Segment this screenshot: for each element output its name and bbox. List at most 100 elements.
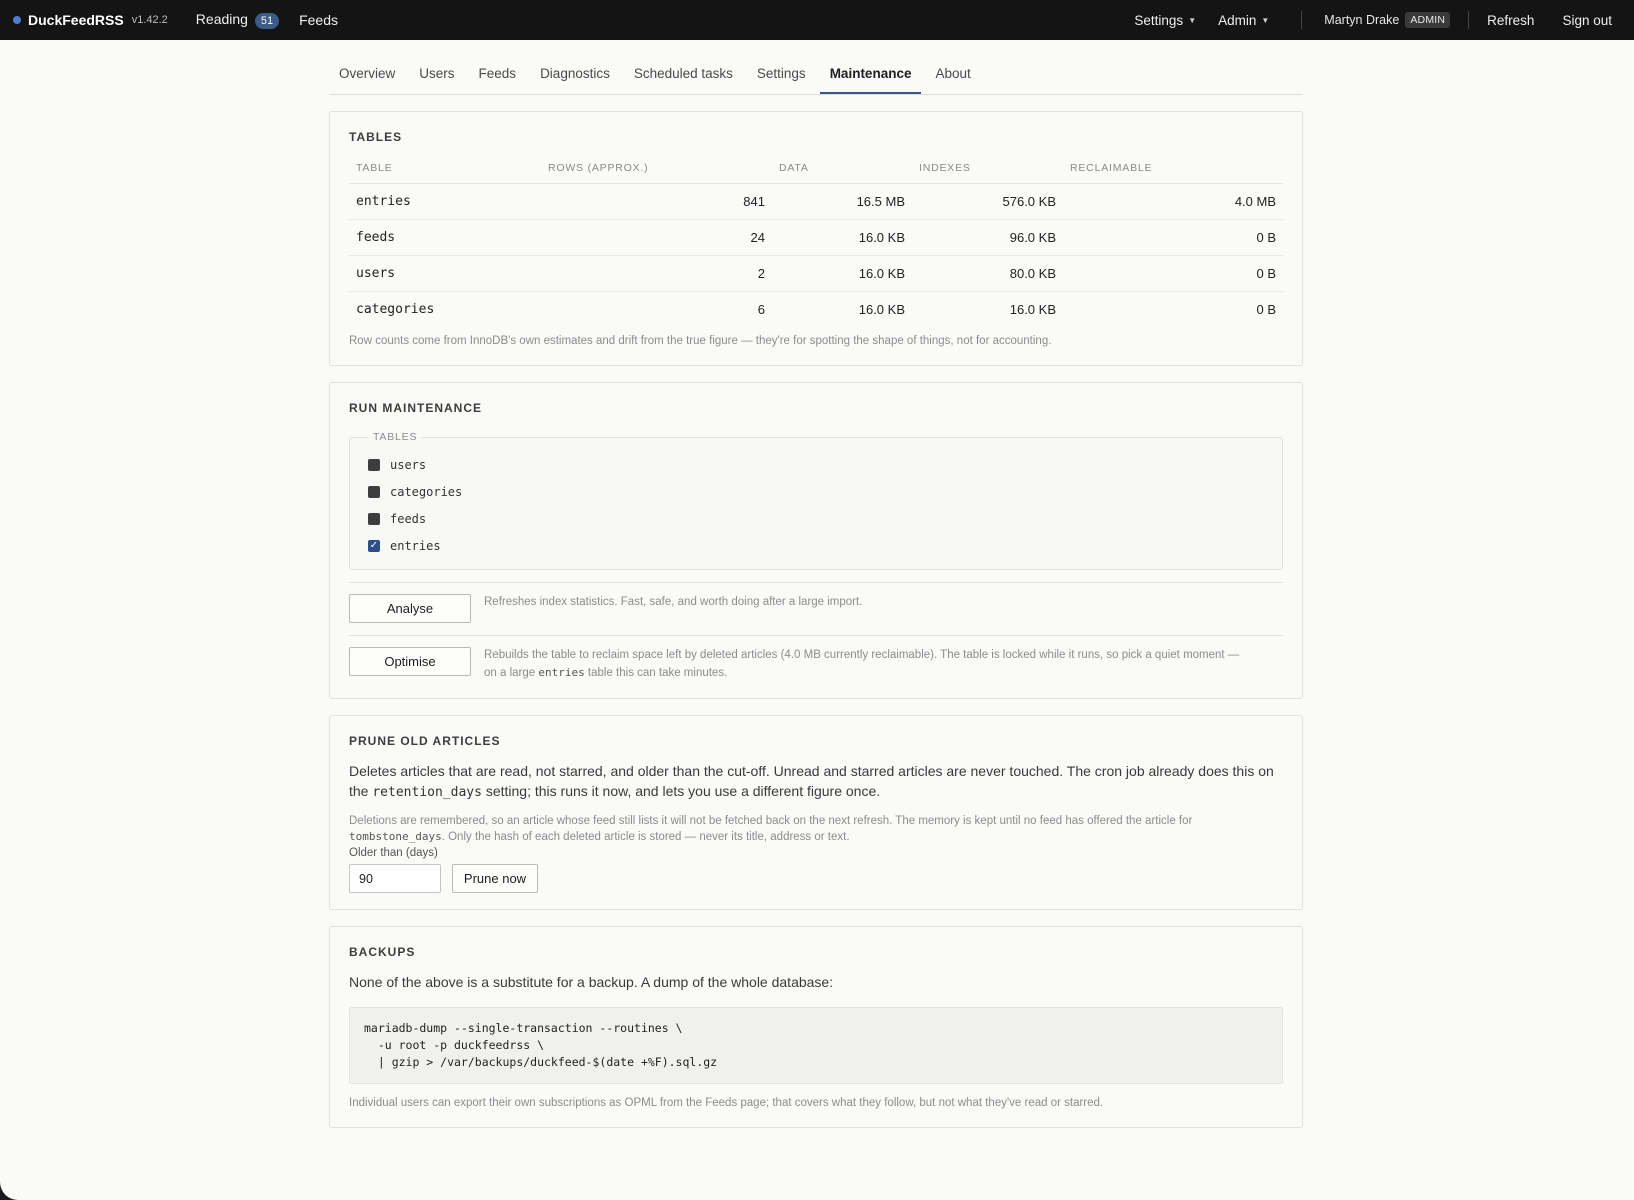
admin-menu[interactable]: Admin ▼	[1218, 13, 1269, 28]
tab-overview[interactable]: Overview	[329, 66, 405, 94]
checkbox-label[interactable]: feeds	[390, 512, 426, 526]
admin-menu-label: Admin	[1218, 12, 1257, 28]
refresh-button[interactable]: Refresh	[1487, 13, 1534, 28]
row-count-note: Row counts come from InnoDB's own estima…	[349, 335, 1052, 347]
backup-command-code[interactable]: mariadb-dump --single-transaction --rout…	[349, 1007, 1283, 1084]
checkbox-row-categories[interactable]: categories	[368, 478, 1264, 505]
tombstone-note: Deletions are remembered, so an article …	[349, 813, 1283, 845]
admin-tabs: Overview Users Feeds Diagnostics Schedul…	[329, 40, 1303, 95]
fieldset-legend: TABLES	[373, 431, 418, 443]
main-content: Overview Users Feeds Diagnostics Schedul…	[329, 40, 1303, 1128]
checkbox-label[interactable]: entries	[390, 539, 441, 553]
column-header: DATA	[772, 162, 912, 184]
checkbox-feeds[interactable]	[368, 512, 380, 525]
chevron-down-icon: ▼	[1261, 15, 1270, 25]
data-size-cell: 16.5 MB	[772, 183, 912, 220]
backups-card: BACKUPS None of the above is a substitut…	[329, 926, 1303, 1128]
checkbox-users[interactable]	[368, 458, 380, 471]
column-header: ROWS (APPROX.)	[541, 162, 772, 184]
prune-desc-text: setting; this runs it now, and lets you …	[481, 783, 881, 799]
checkbox-row-feeds[interactable]: feeds	[368, 505, 1264, 532]
analyse-description: Refreshes index statistics. Fast, safe, …	[484, 596, 863, 608]
opml-export-note: Individual users can export their own su…	[349, 1097, 1104, 1109]
optimise-desc-line1: Rebuilds the table to reclaim space left…	[484, 649, 1240, 661]
reclaimable-cell: 0 B	[1256, 302, 1276, 317]
column-header: INDEXES	[912, 162, 1063, 184]
checkbox-label[interactable]: categories	[390, 485, 462, 499]
table-name-cell: feeds	[349, 219, 541, 256]
index-size-cell: 80.0 KB	[912, 255, 1063, 292]
nav-feeds[interactable]: Feeds	[299, 12, 338, 28]
older-than-days-input[interactable]: 90	[349, 864, 441, 893]
tab-scheduled-tasks[interactable]: Scheduled tasks	[624, 66, 743, 94]
rows-cell: 24	[541, 219, 772, 256]
checkbox-entries[interactable]: ✓	[368, 539, 380, 552]
table-name-cell: categories	[356, 302, 435, 317]
brand-name[interactable]: DuckFeedRSS	[28, 12, 124, 28]
divider	[1468, 11, 1470, 29]
settings-menu[interactable]: Settings ▼	[1134, 13, 1196, 28]
tombstone-note-line1: Deletions are remembered, so an article …	[349, 815, 1193, 827]
index-size-cell: 16.0 KB	[1009, 302, 1056, 317]
optimise-button[interactable]: Optimise	[349, 647, 471, 676]
table-name-cell: entries	[349, 183, 541, 220]
inline-code: tombstone_days	[349, 830, 442, 843]
sign-out-button[interactable]: Sign out	[1562, 13, 1612, 28]
optimise-row: Optimise Rebuilds the table to reclaim s…	[349, 635, 1283, 682]
data-size-cell: 16.0 KB	[858, 302, 905, 317]
checkbox-label[interactable]: users	[390, 458, 426, 472]
analyse-button[interactable]: Analyse	[349, 594, 471, 623]
tab-settings[interactable]: Settings	[747, 66, 816, 94]
brand-dot-icon	[13, 16, 21, 24]
tab-about[interactable]: About	[925, 66, 980, 94]
tab-maintenance[interactable]: Maintenance	[819, 66, 922, 94]
checkbox-row-users[interactable]: users	[368, 451, 1264, 478]
backups-title: BACKUPS	[349, 945, 416, 959]
reclaimable-cell: 4.0 MB	[1063, 183, 1283, 220]
table-selection-fieldset: TABLES users categories feeds ✓ entries	[349, 431, 1283, 570]
prune-now-button[interactable]: Prune now	[452, 864, 538, 893]
optimise-description: Rebuilds the table to reclaim space left…	[484, 647, 1239, 682]
unread-count-badge: 51	[254, 13, 280, 29]
optimise-desc-text: on a large	[484, 667, 539, 679]
app-version: v1.42.2	[131, 14, 168, 26]
tab-feeds[interactable]: Feeds	[469, 66, 527, 94]
app-window: DuckFeedRSS v1.42.2 Reading 51 Feeds Set…	[0, 0, 1634, 1200]
run-maintenance-title: RUN MAINTENANCE	[349, 401, 482, 415]
inline-code: retention_days	[372, 785, 482, 800]
current-user-name: Martyn Drake	[1324, 13, 1400, 27]
chevron-down-icon: ▼	[1188, 15, 1197, 25]
run-maintenance-card: RUN MAINTENANCE TABLES users categories …	[329, 382, 1303, 699]
divider	[1301, 11, 1303, 29]
table-row: categories 6 16.0 KB 16.0 KB 0 B	[349, 292, 1283, 328]
data-size-cell: 16.0 KB	[772, 255, 912, 292]
index-size-cell: 576.0 KB	[912, 183, 1063, 220]
role-badge: ADMIN	[1405, 12, 1451, 28]
tables-card-title: TABLES	[349, 130, 403, 144]
tables-table: TABLE ROWS (APPROX.) DATA INDEXES RECLAI…	[349, 162, 1283, 327]
nav-reading-label: Reading	[195, 11, 248, 27]
inline-code: entries	[538, 666, 585, 679]
rows-cell: 6	[757, 302, 765, 317]
tombstone-note-text: . Only the hash of each deleted article …	[441, 831, 850, 843]
rows-cell: 2	[541, 255, 772, 292]
table-row: entries 841 16.5 MB 576.0 KB 4.0 MB	[349, 183, 1283, 220]
nav-reading[interactable]: Reading 51	[195, 11, 280, 29]
data-size-cell: 16.0 KB	[772, 219, 912, 256]
prune-desc-text: the	[349, 783, 373, 799]
index-size-cell: 96.0 KB	[912, 219, 1063, 256]
checkbox-categories[interactable]	[368, 485, 380, 498]
prune-controls: 90 Prune now	[349, 864, 1283, 893]
older-than-label: Older than (days)	[349, 847, 438, 859]
settings-menu-label: Settings	[1134, 12, 1184, 28]
tab-diagnostics[interactable]: Diagnostics	[530, 66, 620, 94]
table-header-row: TABLE ROWS (APPROX.) DATA INDEXES RECLAI…	[349, 162, 1283, 184]
checkbox-row-entries[interactable]: ✓ entries	[368, 532, 1264, 559]
column-header: RECLAIMABLE	[1063, 162, 1283, 184]
table-row: feeds 24 16.0 KB 96.0 KB 0 B	[349, 219, 1283, 256]
tab-users[interactable]: Users	[409, 66, 464, 94]
analyse-row: Analyse Refreshes index statistics. Fast…	[349, 582, 1283, 623]
column-header: TABLE	[349, 162, 541, 184]
tables-card: TABLES TABLE ROWS (APPROX.) DATA INDEXES…	[329, 111, 1303, 366]
prune-card: PRUNE OLD ARTICLES Deletes articles that…	[329, 715, 1303, 910]
